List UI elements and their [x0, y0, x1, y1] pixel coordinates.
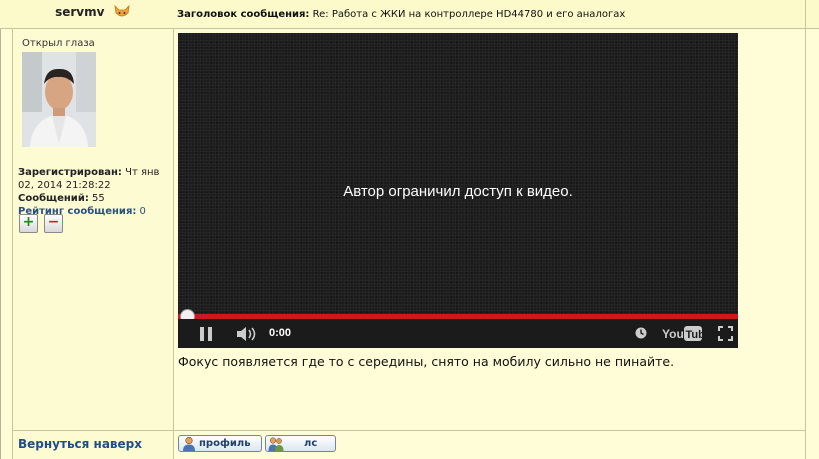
svg-text:You: You	[662, 327, 684, 341]
avatar	[22, 52, 96, 147]
registered-label: Зарегистрирован:	[18, 167, 122, 178]
back-to-top-link[interactable]: Вернуться наверх	[18, 437, 142, 451]
youtube-logo-icon[interactable]: You Tube	[662, 325, 711, 342]
author-cell: servmv	[13, 0, 172, 28]
messages-value: 55	[92, 193, 105, 204]
user-rank: Открыл глаза	[22, 38, 95, 49]
profile-info: Зарегистрирован: Чт янв 02, 2014 21:28:2…	[18, 166, 168, 218]
user-profile-icon	[181, 436, 197, 451]
fullscreen-icon[interactable]	[718, 326, 733, 341]
video-restricted-message: Автор ограничил доступ к видео.	[343, 183, 573, 200]
private-message-button-label: лс	[304, 438, 318, 449]
messages-label: Сообщений:	[18, 193, 89, 204]
registered-value: Чт янв	[125, 167, 160, 178]
vote-minus-button[interactable]: −	[44, 214, 63, 233]
users-message-icon	[268, 436, 284, 451]
right-border-strip	[805, 0, 819, 459]
private-message-button[interactable]: лс	[265, 435, 336, 452]
volume-icon[interactable]	[236, 326, 258, 342]
post-subject: Заголовок сообщения: Re: Работа с ЖКИ на…	[177, 0, 797, 28]
registered-value-line2: 02, 2014 21:28:22	[18, 180, 111, 191]
subject-text: Re: Работа с ЖКИ на контроллере HD44780 …	[312, 9, 626, 20]
subject-label: Заголовок сообщения:	[177, 9, 310, 20]
fox-icon	[114, 2, 130, 17]
post-body-text: Фокус появляется где то с середины, снят…	[178, 354, 675, 369]
embedded-video[interactable]: Автор ограничил доступ к видео. 0:00 You	[178, 33, 738, 348]
rating-value: 0	[139, 206, 146, 217]
svg-text:Tube: Tube	[686, 329, 703, 341]
pause-icon[interactable]	[200, 327, 214, 341]
profile-button-label: профиль	[199, 438, 251, 449]
profile-button[interactable]: профиль	[178, 435, 262, 452]
author-name[interactable]: servmv	[55, 5, 104, 19]
video-time: 0:00	[269, 327, 292, 339]
footer-divider	[12, 430, 805, 431]
vote-plus-button[interactable]: +	[19, 214, 38, 233]
video-controls: 0:00 You Tube	[178, 319, 738, 348]
watch-later-clock-icon[interactable]	[635, 327, 647, 339]
